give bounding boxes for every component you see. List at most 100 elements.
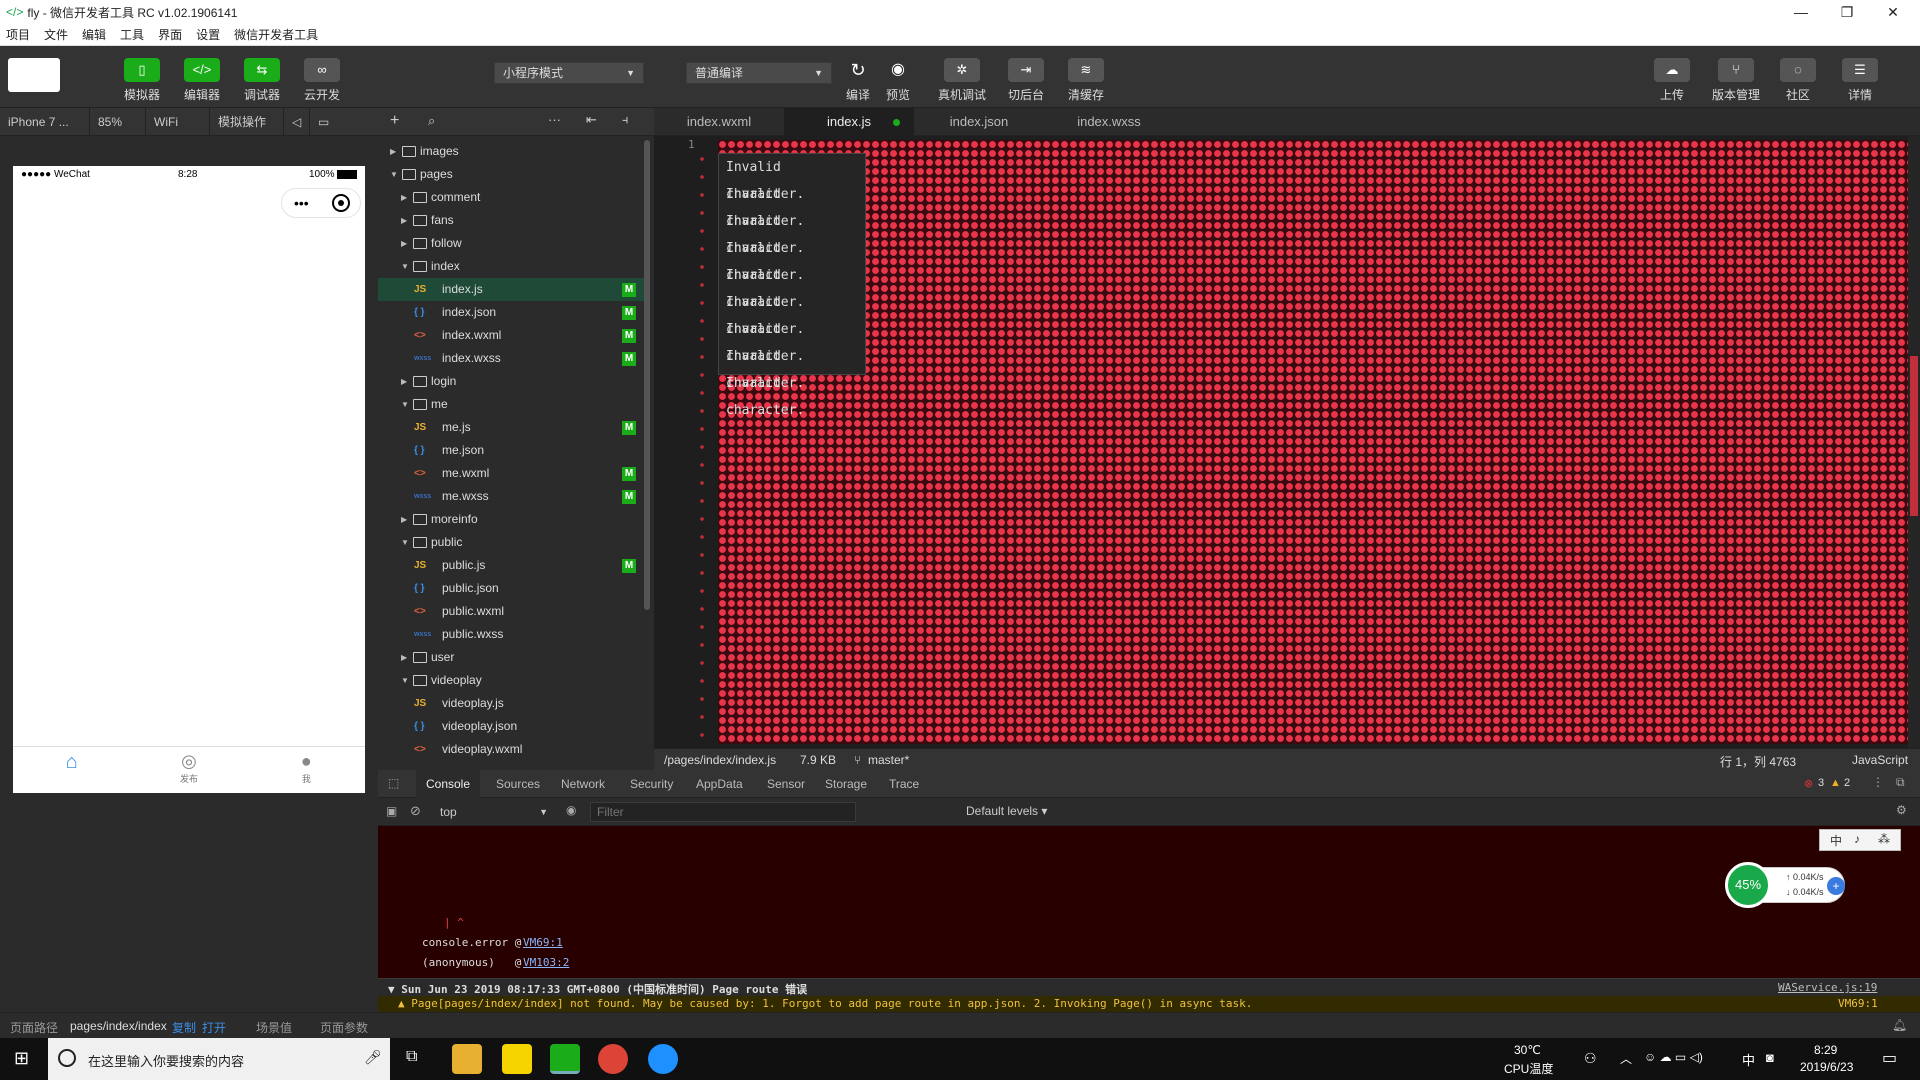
maximize-button[interactable]: ❐: [1824, 0, 1870, 24]
file-path[interactable]: /pages/index/index.js: [664, 753, 776, 767]
scene-value[interactable]: 场景值: [256, 1019, 292, 1036]
minimize-button[interactable]: —: [1778, 0, 1824, 24]
file-item[interactable]: <> public.wxml: [378, 600, 646, 623]
file-item[interactable]: JS me.js M: [378, 416, 646, 439]
background-button[interactable]: ⇥ 切后台: [996, 58, 1056, 103]
language-mode[interactable]: JavaScript: [1852, 753, 1908, 767]
chevron-right-icon[interactable]: ▶: [401, 646, 407, 669]
error-count[interactable]: 3: [1818, 777, 1824, 789]
mode-select[interactable]: 小程序模式 ▼: [494, 62, 644, 84]
console-link-2[interactable]: VM103:2: [523, 956, 569, 969]
undock-icon[interactable]: ⧉: [1896, 775, 1905, 790]
menu-project[interactable]: 项目: [6, 26, 30, 43]
taskbar-search[interactable]: 在这里输入你要搜索的内容 🎤︎: [48, 1038, 390, 1080]
context-select[interactable]: top ▼: [434, 802, 554, 822]
folder-item[interactable]: ▶ comment: [378, 186, 646, 209]
chrome-icon[interactable]: [598, 1044, 628, 1074]
upload-button[interactable]: ☁ 上传: [1642, 58, 1702, 103]
close-button[interactable]: ✕: [1870, 0, 1916, 24]
editor-scrollbar[interactable]: [1908, 136, 1920, 748]
chevron-right-icon[interactable]: ▶: [390, 140, 396, 163]
file-item[interactable]: <> videoplay.wxml: [378, 738, 646, 761]
console-group-row[interactable]: ▼ Sun Jun 23 2019 08:17:33 GMT+0800 (中国标…: [378, 978, 1920, 996]
remote-debug-button[interactable]: ✲ 真机调试: [932, 58, 992, 103]
tab-sensor[interactable]: Sensor: [767, 770, 805, 798]
open-link[interactable]: 打开: [202, 1019, 226, 1036]
file-item[interactable]: { } me.json: [378, 439, 646, 462]
ops-select[interactable]: 模拟操作: [210, 107, 284, 136]
tab-storage[interactable]: Storage: [825, 770, 867, 798]
kebab-icon[interactable]: ⋮: [1872, 775, 1884, 789]
tray-icons[interactable]: ☺ ☁ ▭ ◁): [1644, 1050, 1703, 1064]
chevron-down-icon[interactable]: ▼: [390, 163, 398, 186]
file-item[interactable]: JS public.js M: [378, 554, 646, 577]
file-item[interactable]: { } videoplay.json: [378, 715, 646, 738]
folder-item[interactable]: ▶ follow: [378, 232, 646, 255]
menu-settings[interactable]: 设置: [196, 26, 220, 43]
folder-item[interactable]: ▼ pages: [378, 163, 646, 186]
folder-item[interactable]: ▼ videoplay: [378, 669, 646, 692]
add-icon[interactable]: +: [390, 112, 399, 130]
boost-icon[interactable]: +: [1827, 877, 1845, 895]
menu-file[interactable]: 文件: [44, 26, 68, 43]
more-icon[interactable]: ···: [548, 112, 561, 127]
folder-item[interactable]: ▶ images: [378, 140, 646, 163]
warning-count[interactable]: 2: [1844, 777, 1850, 789]
compile-select[interactable]: 普通编译 ▼: [686, 62, 832, 84]
zoom-select[interactable]: 85%: [90, 107, 146, 136]
eye-icon[interactable]: ◉: [566, 803, 576, 817]
page-params[interactable]: 页面参数: [320, 1019, 368, 1036]
chevron-right-icon[interactable]: ▶: [401, 508, 407, 531]
chevron-right-icon[interactable]: ▶: [401, 209, 407, 232]
action-center-icon[interactable]: ▭: [1882, 1048, 1897, 1068]
ime-indicator[interactable]: 中: [1742, 1050, 1755, 1069]
console-filter-input[interactable]: [590, 802, 856, 822]
cloud-button[interactable]: ∞ 云开发: [292, 58, 352, 103]
tab-trace[interactable]: Trace: [889, 770, 919, 798]
tab-console[interactable]: Console: [416, 770, 480, 798]
tab-home[interactable]: ⌂: [13, 747, 130, 793]
version-button[interactable]: ⑂ 版本管理: [1706, 58, 1766, 103]
file-item[interactable]: JS index.js M: [378, 278, 646, 301]
folder-item[interactable]: ▶ fans: [378, 209, 646, 232]
chevron-down-icon[interactable]: ▼: [401, 255, 409, 278]
debugger-button[interactable]: ⇆ 调试器: [232, 58, 292, 103]
folder-item[interactable]: ▶ moreinfo: [378, 508, 646, 531]
sidebar-toggle-icon[interactable]: ▣: [386, 804, 397, 818]
folder-item[interactable]: ▼ index: [378, 255, 646, 278]
window-icon[interactable]: ▭: [310, 108, 336, 136]
tab-index-wxml[interactable]: index.wxml: [654, 108, 784, 136]
preview-button[interactable]: ◉ 预览: [868, 58, 928, 103]
file-item[interactable]: <> me.wxml M: [378, 462, 646, 485]
split-icon[interactable]: ⫞: [622, 112, 629, 128]
chevron-right-icon[interactable]: ▶: [401, 232, 407, 255]
gear-icon[interactable]: ⚙: [1896, 803, 1907, 817]
chevron-up-icon[interactable]: ︿: [1620, 1050, 1632, 1067]
capsule-menu[interactable]: •••: [281, 188, 361, 218]
file-item[interactable]: wxss public.wxss: [378, 623, 646, 646]
chevron-down-icon[interactable]: ▼: [401, 669, 409, 692]
ime-settings-icon[interactable]: ⁂: [1878, 832, 1890, 846]
ime-chinese-icon[interactable]: 中: [1830, 832, 1842, 849]
more-icon[interactable]: •••: [294, 195, 309, 211]
people-icon[interactable]: ⚇: [1584, 1050, 1597, 1067]
avatar[interactable]: [8, 58, 60, 92]
copy-link[interactable]: 复制: [172, 1019, 196, 1036]
memory-gauge[interactable]: 45%: [1725, 862, 1771, 908]
collapse-icon[interactable]: ⇤: [586, 112, 597, 128]
notification-icon[interactable]: ◙: [1766, 1050, 1774, 1065]
community-button[interactable]: ◌ 社区: [1768, 58, 1828, 103]
file-item[interactable]: wxss index.wxss M: [378, 347, 646, 370]
search-icon[interactable]: ⌕: [428, 113, 435, 129]
microphone-icon[interactable]: 🎤︎: [364, 1049, 382, 1066]
warning-link[interactable]: VM69:1: [1838, 997, 1878, 1010]
volume-icon[interactable]: ◁: [284, 107, 310, 136]
tab-network[interactable]: Network: [561, 770, 605, 798]
invalid-character-highlights[interactable]: [718, 140, 1920, 744]
network-select[interactable]: WiFi: [146, 107, 210, 136]
ime-moon-icon[interactable]: ♪: [1854, 832, 1860, 846]
tab-me[interactable]: ● 我: [248, 747, 365, 793]
tab-security[interactable]: Security: [630, 770, 673, 798]
device-select[interactable]: iPhone 7 ...: [0, 107, 90, 136]
clear-console-icon[interactable]: ⊘: [410, 803, 421, 819]
